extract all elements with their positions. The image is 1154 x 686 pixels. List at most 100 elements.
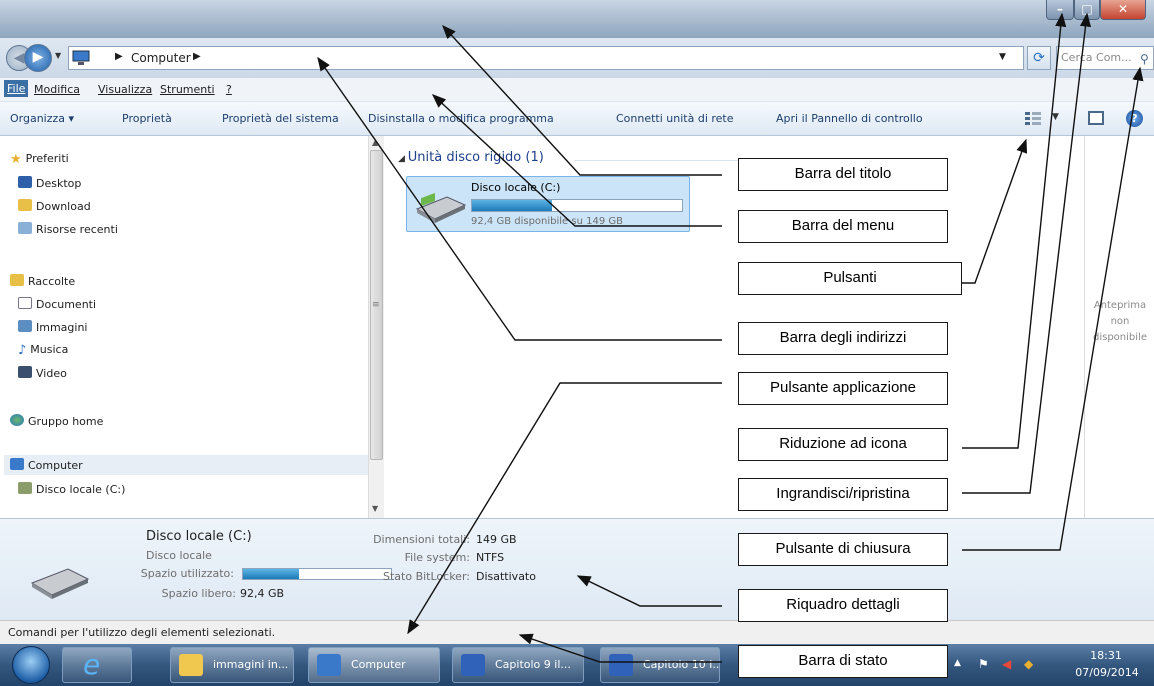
view-options-icon[interactable]	[1024, 110, 1042, 126]
desktop-icon	[18, 176, 32, 188]
computer-icon	[317, 654, 341, 676]
nav-raccolte[interactable]: Raccolte	[10, 274, 75, 288]
scroll-down-icon[interactable]: ▼	[372, 504, 378, 513]
taskbar-internet-explorer[interactable]: e	[62, 647, 132, 683]
group-header[interactable]: ◢ Unità disco rigido (1)	[398, 150, 544, 165]
drive-tile[interactable]: Disco locale (C:) 92,4 GB disponibile su…	[406, 176, 690, 232]
details-used-label: Spazio utilizzato:	[140, 567, 234, 580]
details-total-value: 149 GB	[476, 533, 517, 546]
recent-pages-dropdown-icon[interactable]: ▼	[55, 51, 61, 60]
computer-icon	[72, 50, 90, 65]
view-dropdown-icon[interactable]: ▼	[1052, 112, 1059, 122]
pictures-icon	[18, 320, 32, 332]
taskbar-capitolo-10[interactable]: Capitolo 10 i...	[600, 647, 720, 683]
nav-video[interactable]: Video	[18, 366, 67, 380]
volume-icon[interactable]: ◀	[1002, 657, 1011, 671]
network-icon[interactable]: ◆	[1024, 657, 1033, 671]
address-row: ◀ ▶ ▼ ▶ Computer ▶ ▼ ⟳ Cerca Com... ⚲	[0, 38, 1154, 78]
address-dropdown-icon[interactable]: ▼	[999, 52, 1006, 62]
disinstalla-button[interactable]: Disinstalla o modifica programma	[368, 112, 554, 125]
drive-free-space: 92,4 GB disponibile su 149 GB	[471, 216, 623, 227]
drive-usage-bar	[471, 199, 683, 212]
nav-gruppo-home[interactable]: Gruppo home	[10, 414, 103, 428]
homegroup-icon	[10, 414, 24, 426]
nav-computer[interactable]: Computer	[10, 458, 83, 472]
video-icon	[18, 366, 32, 378]
nav-desktop[interactable]: Desktop	[18, 176, 81, 190]
nav-download[interactable]: Download	[18, 199, 91, 213]
recent-places-icon	[18, 222, 32, 234]
action-center-flag-icon[interactable]: ⚑	[978, 657, 989, 671]
close-button[interactable]: ✕	[1100, 0, 1146, 20]
taskbar-computer[interactable]: Computer	[308, 647, 440, 683]
breadcrumb-arrow-icon[interactable]: ▶	[193, 51, 201, 62]
nav-musica[interactable]: ♪ Musica	[18, 343, 68, 358]
title-bar: – □ ✕	[0, 0, 1154, 38]
label-pulsante-applicazione: Pulsante applicazione	[738, 372, 948, 405]
nav-documenti[interactable]: Documenti	[18, 297, 96, 311]
menu-file[interactable]: File	[4, 80, 29, 97]
drive-name: Disco locale (C:)	[471, 181, 561, 194]
forward-button[interactable]: ▶	[24, 44, 52, 72]
preview-unavailable-text: Anteprima non disponibile	[1093, 300, 1147, 343]
taskbar-capitolo-9[interactable]: Capitolo 9 il...	[452, 647, 584, 683]
maximize-button[interactable]: □	[1074, 0, 1100, 20]
menu-bar: File Modifica Visualizza Strumenti ?	[0, 78, 1154, 102]
nav-scrollbar[interactable]: ▲ ≡ ▼	[368, 136, 384, 518]
command-bar: Organizza ▾ Proprietà Proprietà del sist…	[0, 102, 1154, 136]
clock-time[interactable]: 18:31	[1078, 649, 1134, 662]
details-free-label: Spazio libero:	[161, 587, 236, 600]
details-fs-label: File system:	[404, 551, 470, 564]
taskbar-folder[interactable]: immagini in...	[170, 647, 294, 683]
organizza-button[interactable]: Organizza ▾	[10, 112, 74, 125]
search-icon[interactable]: ⚲	[1140, 52, 1149, 66]
preview-pane-icon[interactable]	[1088, 111, 1104, 125]
minimize-button[interactable]: –	[1046, 0, 1074, 20]
label-barra-indirizzi: Barra degli indirizzi	[738, 322, 948, 355]
show-hidden-icons-icon[interactable]: ▲	[954, 658, 961, 668]
pannello-controllo-button[interactable]: Apri il Pannello di controllo	[776, 112, 923, 125]
proprieta-sistema-button[interactable]: Proprietà del sistema	[222, 112, 339, 125]
details-bitlocker-value: Disattivato	[476, 570, 536, 583]
breadcrumb-arrow-icon[interactable]: ▶	[115, 51, 123, 62]
refresh-button[interactable]: ⟳	[1027, 46, 1051, 70]
address-bar[interactable]: ▶ Computer ▶ ▼	[68, 46, 1024, 70]
nav-risorse-recenti[interactable]: Risorse recenti	[18, 222, 118, 236]
star-icon: ★	[10, 152, 22, 167]
details-total-label: Dimensioni totali:	[373, 533, 470, 546]
label-riquadro-dettagli: Riquadro dettagli	[738, 589, 948, 622]
label-pulsanti: Pulsanti	[738, 262, 962, 295]
menu-modifica[interactable]: Modifica	[34, 83, 80, 96]
libraries-icon	[10, 274, 24, 286]
navigation-pane: ★ Preferiti Desktop Download Risorse rece…	[0, 136, 384, 518]
label-ingrandisci-ripristina: Ingrandisci/ripristina	[738, 478, 948, 511]
connetti-unita-button[interactable]: Connetti unità di rete	[616, 112, 734, 125]
collapse-icon[interactable]: ◢	[398, 154, 408, 164]
nav-preferiti[interactable]: ★ Preferiti	[10, 152, 69, 167]
scroll-up-icon[interactable]: ▲	[372, 138, 378, 147]
details-fs-value: NTFS	[476, 551, 505, 564]
scroll-grip-icon: ≡	[372, 300, 380, 310]
nav-disco-locale[interactable]: Disco locale (C:)	[18, 482, 125, 496]
help-icon[interactable]: ?	[1126, 110, 1143, 127]
details-bitlocker-label: Stato BitLocker:	[383, 570, 470, 583]
label-barra-menu: Barra del menu	[738, 210, 948, 243]
status-text: Comandi per l'utilizzo degli elementi se…	[8, 626, 276, 639]
clock-date[interactable]: 07/09/2014	[1068, 666, 1146, 679]
details-usage-fill	[243, 569, 300, 579]
menu-strumenti[interactable]: Strumenti	[160, 83, 215, 96]
start-button[interactable]	[12, 646, 50, 684]
menu-visualizza[interactable]: Visualizza	[98, 83, 152, 96]
content-pane: ◢ Unità disco rigido (1) Disco locale (C…	[384, 136, 1084, 518]
details-pane: Disco locale (C:) Disco locale Spazio ut…	[0, 518, 1154, 620]
status-bar: Comandi per l'utilizzo degli elementi se…	[0, 620, 1154, 644]
word-document-icon	[461, 654, 485, 676]
preview-pane: Anteprima non disponibile	[1084, 136, 1154, 518]
drive-icon	[18, 482, 32, 494]
menu-help[interactable]: ?	[226, 83, 232, 96]
nav-immagini[interactable]: Immagini	[18, 320, 87, 334]
proprieta-button[interactable]: Proprietà	[122, 112, 172, 125]
details-free-value: 92,4 GB	[240, 587, 285, 600]
label-pulsante-chiusura: Pulsante di chiusura	[738, 533, 948, 566]
breadcrumb-computer[interactable]: Computer	[131, 51, 191, 65]
